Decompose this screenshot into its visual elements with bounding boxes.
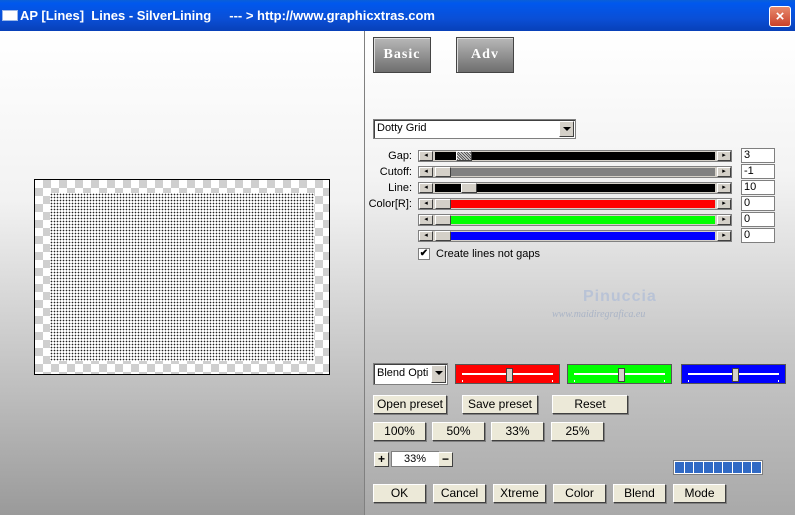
slider-thumb[interactable] <box>435 215 451 225</box>
param-slider[interactable]: ◂ ▸ <box>418 182 732 194</box>
chevron-down-icon[interactable] <box>559 121 574 137</box>
chevron-down-icon[interactable] <box>431 365 446 383</box>
zoom-preset-button[interactable]: 50% <box>432 422 485 441</box>
adv-tab-button[interactable]: Adv <box>456 37 514 73</box>
open-preset-button[interactable]: Open preset <box>373 395 447 414</box>
progress-segment <box>723 462 733 473</box>
slider-thumb[interactable] <box>505 368 513 382</box>
slider-thumb[interactable] <box>617 368 625 382</box>
param-label: Cutoff: <box>379 166 412 178</box>
arrow-left-icon[interactable]: ◂ <box>419 151 433 161</box>
param-slider[interactable]: ◂ ▸ <box>418 214 732 226</box>
param-value-field[interactable]: 10 <box>741 180 775 195</box>
slider-track[interactable] <box>435 231 715 241</box>
progress-bar <box>673 460 763 475</box>
progress-segment <box>704 462 713 473</box>
color-button[interactable]: Color <box>553 484 606 503</box>
progress-segment <box>752 462 762 473</box>
zoom-out-button[interactable]: − <box>438 452 453 467</box>
slider-thumb[interactable] <box>456 151 473 161</box>
arrow-left-icon[interactable]: ◂ <box>419 167 433 177</box>
zoom-preset-button[interactable]: 25% <box>551 422 604 441</box>
cancel-button[interactable]: Cancel <box>433 484 486 503</box>
param-label: Gap: <box>388 150 412 162</box>
watermark-site: www.maidiregrafica.eu <box>552 309 646 320</box>
create-lines-label: Create lines not gaps <box>436 248 540 260</box>
progress-segment <box>684 462 694 473</box>
progress-segment <box>694 462 704 473</box>
arrow-right-icon[interactable]: ▸ <box>717 151 731 161</box>
arrow-right-icon[interactable]: ▸ <box>717 215 731 225</box>
progress-segment <box>733 462 742 473</box>
arrow-left-icon[interactable]: ◂ <box>419 199 433 209</box>
param-value-field[interactable]: 0 <box>741 228 775 243</box>
arrow-right-icon[interactable]: ▸ <box>717 199 731 209</box>
arrow-left-icon[interactable]: ◂ <box>419 183 433 193</box>
param-value-field[interactable]: 3 <box>741 148 775 163</box>
slider-thumb[interactable] <box>731 368 739 382</box>
progress-segment <box>713 462 723 473</box>
window-title: AP [Lines] Lines - SilverLining --- > ht… <box>20 8 435 23</box>
param-value-field[interactable]: 0 <box>741 212 775 227</box>
preview-image <box>50 193 314 361</box>
slider-thumb[interactable] <box>435 167 451 177</box>
param-label: Line: <box>388 182 412 194</box>
slider-track[interactable] <box>435 151 715 161</box>
basic-tab-button[interactable]: Basic <box>373 37 431 73</box>
app-icon[interactable] <box>2 10 18 21</box>
arrow-left-icon[interactable]: ◂ <box>419 215 433 225</box>
color-balance-slider[interactable] <box>567 364 672 384</box>
param-slider[interactable]: ◂ ▸ <box>418 230 732 242</box>
effect-dropdown-value: Dotty Grid <box>377 122 427 134</box>
param-slider[interactable]: ◂ ▸ <box>418 166 732 178</box>
save-preset-button[interactable]: Save preset <box>462 395 538 414</box>
zoom-preset-button[interactable]: 100% <box>373 422 426 441</box>
param-value-field[interactable]: 0 <box>741 196 775 211</box>
slider-track[interactable] <box>435 183 715 193</box>
slider-thumb[interactable] <box>435 199 451 209</box>
color-balance-slider[interactable] <box>681 364 786 384</box>
slider-track[interactable] <box>435 199 715 209</box>
ok-button[interactable]: OK <box>373 484 426 503</box>
zoom-preset-button[interactable]: 33% <box>491 422 544 441</box>
xtreme-button[interactable]: Xtreme <box>493 484 546 503</box>
param-slider[interactable]: ◂ ▸ <box>418 198 732 210</box>
mode-button[interactable]: Mode <box>673 484 726 503</box>
blend-dropdown[interactable]: Blend Opti <box>373 363 448 385</box>
reset-button[interactable]: Reset <box>552 395 628 414</box>
effect-dropdown[interactable]: Dotty Grid <box>373 119 576 139</box>
arrow-right-icon[interactable]: ▸ <box>717 183 731 193</box>
watermark-name: Pinuccia <box>583 288 657 305</box>
title-bar: AP [Lines] Lines - SilverLining --- > ht… <box>0 0 795 31</box>
param-value-field[interactable]: -1 <box>741 164 775 179</box>
param-label: Color[R]: <box>368 198 412 210</box>
progress-segment <box>742 462 752 473</box>
slider-thumb[interactable] <box>460 183 477 193</box>
zoom-level-field[interactable]: 33% <box>391 451 439 467</box>
slider-thumb[interactable] <box>435 231 451 241</box>
close-button[interactable]: × <box>769 6 791 27</box>
arrow-right-icon[interactable]: ▸ <box>717 167 731 177</box>
preview-canvas[interactable] <box>34 179 330 375</box>
slider-track[interactable] <box>435 167 715 177</box>
controls-panel <box>365 31 795 515</box>
progress-segment <box>675 462 684 473</box>
color-balance-slider[interactable] <box>455 364 560 384</box>
param-slider[interactable]: ◂ ▸ <box>418 150 732 162</box>
zoom-in-button[interactable]: + <box>374 452 389 467</box>
arrow-right-icon[interactable]: ▸ <box>717 231 731 241</box>
blend-button[interactable]: Blend <box>613 484 666 503</box>
create-lines-checkbox[interactable]: ✔ <box>418 248 430 260</box>
slider-fill <box>435 184 445 192</box>
slider-track[interactable] <box>435 215 715 225</box>
blend-dropdown-value: Blend Opti <box>377 367 429 379</box>
arrow-left-icon[interactable]: ◂ <box>419 231 433 241</box>
